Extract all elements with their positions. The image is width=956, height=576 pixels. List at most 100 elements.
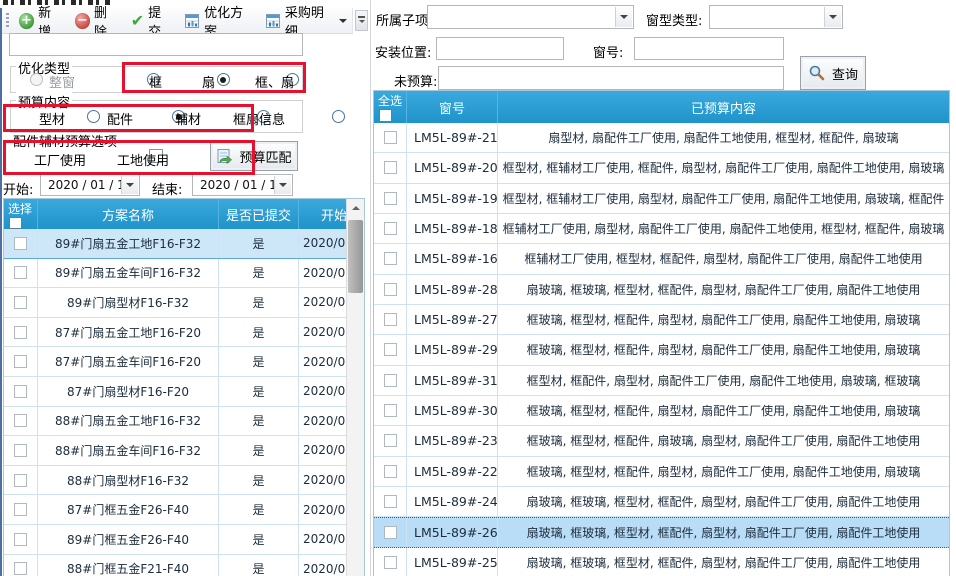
- check-icon: ✔: [131, 13, 144, 29]
- radio-frame-sash-info[interactable]: [332, 110, 345, 123]
- row-checkbox[interactable]: [384, 131, 397, 144]
- row-checkbox[interactable]: [384, 404, 397, 417]
- table-row[interactable]: LM5L-89#-30F28 框玻璃, 框型材, 框配件, 扇型材, 扇配件工厂…: [374, 396, 949, 426]
- scrollbar-thumb[interactable]: [348, 220, 363, 293]
- table-row[interactable]: 88#门框五金F21-F40 是 2020/0: [4, 555, 346, 576]
- submitted-cell: 是: [219, 466, 299, 495]
- row-checkbox[interactable]: [14, 562, 27, 575]
- start-date-cell: 2020/0: [299, 229, 346, 258]
- window-header-no[interactable]: 窗号: [407, 91, 498, 123]
- row-checkbox[interactable]: [14, 533, 27, 546]
- scrollbar-up-icon[interactable]: [347, 199, 364, 216]
- budget-match-button[interactable]: 预算匹配: [210, 141, 298, 171]
- select-all-windows-checkbox[interactable]: [379, 109, 392, 122]
- plan-header-start[interactable]: 开始: [299, 199, 346, 229]
- row-checkbox[interactable]: [384, 192, 397, 205]
- row-checkbox[interactable]: [384, 495, 397, 508]
- start-date-picker[interactable]: 2020 / 01 / 1: [40, 174, 140, 196]
- table-row[interactable]: LM5L-89#-18F16 框辅材工厂使用, 扇型材, 扇配件工厂使用, 扇配…: [374, 214, 949, 244]
- row-checkbox[interactable]: [14, 296, 27, 309]
- table-row[interactable]: LM5L-89#-22F20 框玻璃, 框型材, 框配件, 扇型材, 扇配件工厂…: [374, 457, 949, 487]
- table-row[interactable]: LM5L-89#-19F17 框型材, 框辅材工厂使用, 扇型材, 扇配件工厂使…: [374, 184, 949, 214]
- row-select-cell: [374, 244, 407, 273]
- end-date-picker[interactable]: 2020 / 01 / 13: [192, 174, 293, 196]
- table-row[interactable]: 89#门框五金F26-F40 是 2020/0: [4, 525, 346, 555]
- row-checkbox[interactable]: [14, 355, 27, 368]
- install-position-input[interactable]: [436, 37, 564, 60]
- window-no-cell: LM5L-89#-16F15: [407, 244, 498, 273]
- start-date-dropdown-icon[interactable]: [121, 176, 138, 194]
- toolbar-overflow-button[interactable]: [355, 10, 368, 31]
- plan-filter-input[interactable]: [9, 33, 303, 56]
- table-row[interactable]: 88#门扇型材F16-F32 是 2020/0: [4, 466, 346, 496]
- budgeted-content-cell: 框型材, 框配件, 扇型材, 扇配件工厂使用, 扇配件工地使用, 扇玻璃, 框玻…: [498, 366, 949, 395]
- chevron-down-icon[interactable]: [339, 19, 347, 27]
- row-checkbox[interactable]: [14, 385, 27, 398]
- row-checkbox[interactable]: [384, 313, 397, 326]
- row-select-cell: [4, 407, 38, 436]
- row-checkbox[interactable]: [384, 374, 397, 387]
- row-checkbox[interactable]: [384, 526, 397, 539]
- window-no-cell: LM5L-89#-26F24: [407, 518, 498, 546]
- sub-item-combobox[interactable]: [427, 5, 634, 29]
- row-checkbox[interactable]: [384, 283, 397, 296]
- window-no-input[interactable]: [634, 37, 784, 60]
- table-row[interactable]: 89#门扇五金工地F16-F32 是 2020/0: [4, 229, 346, 259]
- row-checkbox[interactable]: [14, 237, 27, 250]
- table-row[interactable]: 87#门框五金F26-F40 是 2020/0: [4, 495, 346, 525]
- window-type-combobox[interactable]: [709, 5, 843, 29]
- row-checkbox[interactable]: [384, 434, 397, 447]
- sub-item-dropdown-icon[interactable]: [615, 7, 632, 27]
- row-checkbox[interactable]: [14, 444, 27, 457]
- row-checkbox[interactable]: [14, 414, 27, 427]
- start-date-cell: 2020/0: [299, 466, 346, 495]
- row-checkbox[interactable]: [384, 161, 397, 174]
- unbudgeted-input[interactable]: [438, 66, 784, 90]
- table-row[interactable]: LM5L-89#-31F29 框型材, 框配件, 扇型材, 扇配件工厂使用, 扇…: [374, 366, 949, 396]
- vertical-scrollbar[interactable]: [346, 199, 364, 576]
- table-row[interactable]: 89#门扇五金车间F16-F32 是 2020/0: [4, 259, 346, 289]
- row-select-cell: [4, 347, 38, 376]
- radio-whole-window[interactable]: [30, 73, 43, 86]
- table-row[interactable]: 87#门扇五金车间F16-F20 是 2020/0: [4, 347, 346, 377]
- row-checkbox[interactable]: [384, 556, 397, 569]
- table-row[interactable]: LM5L-89#-24F22 扇玻璃, 框玻璃, 框型材, 框配件, 扇型材, …: [374, 487, 949, 517]
- submitted-cell: 是: [219, 347, 299, 376]
- row-checkbox[interactable]: [14, 266, 27, 279]
- select-all-plans-checkbox[interactable]: [9, 217, 22, 229]
- table-row[interactable]: 88#门扇五金车间F16-F32 是 2020/0: [4, 436, 346, 466]
- row-checkbox[interactable]: [14, 326, 27, 339]
- table-row[interactable]: 87#门扇型材F16-F20 是 2020/0: [4, 377, 346, 407]
- end-date-dropdown-icon[interactable]: [274, 176, 291, 194]
- row-checkbox[interactable]: [384, 252, 397, 265]
- radio-sash[interactable]: [217, 73, 230, 86]
- table-row[interactable]: LM5L-89#-20F18 框型材, 框辅材工厂使用, 框配件, 扇型材, 扇…: [374, 153, 949, 183]
- table-row[interactable]: LM5L-89#-23F21 框玻璃, 框型材, 框配件, 扇玻璃, 扇型材, …: [374, 426, 949, 456]
- query-button[interactable]: 查询: [800, 56, 866, 90]
- start-date-cell: 2020/0: [299, 259, 346, 288]
- table-row[interactable]: LM5L-89#-26F24 扇玻璃, 框玻璃, 框型材, 框配件, 扇型材, …: [374, 517, 949, 547]
- table-row[interactable]: 88#门扇五金工地F16-F32 是 2020/0: [4, 407, 346, 437]
- row-checkbox[interactable]: [14, 503, 27, 516]
- window-header-budgeted[interactable]: 已预算内容: [498, 91, 949, 123]
- row-checkbox[interactable]: [14, 474, 27, 487]
- plan-table-header: 选择 方案名称 是否已提交 开始: [4, 199, 346, 229]
- table-row[interactable]: LM5L-89#-29F27 框玻璃, 框型材, 框配件, 扇型材, 扇配件工厂…: [374, 335, 949, 365]
- row-checkbox[interactable]: [384, 465, 397, 478]
- table-row[interactable]: LM5L-89#-28F26 扇玻璃, 框玻璃, 框型材, 框配件, 扇型材, …: [374, 275, 949, 305]
- row-checkbox[interactable]: [384, 343, 397, 356]
- table-row[interactable]: LM5L-89#-16F15 框辅材工厂使用, 框型材, 框配件, 扇型材, 扇…: [374, 244, 949, 274]
- plan-header-submitted[interactable]: 是否已提交: [219, 199, 299, 229]
- row-checkbox[interactable]: [384, 222, 397, 235]
- table-row[interactable]: LM5L-89#-25F23 扇玻璃, 框玻璃, 框型材, 框配件, 扇型材, …: [374, 548, 949, 576]
- plan-name-cell: 88#门框五金F21-F40: [38, 555, 219, 576]
- window-type-dropdown-icon[interactable]: [824, 7, 841, 27]
- toolbar-grip[interactable]: [6, 13, 9, 29]
- table-row[interactable]: 89#门扇型材F16-F32 是 2020/0: [4, 288, 346, 318]
- table-row[interactable]: LM5L-89#-27F25 框玻璃, 框型材, 框配件, 扇型材, 扇配件工厂…: [374, 305, 949, 335]
- table-row[interactable]: 87#门扇五金工地F16-F20 是 2020/0: [4, 318, 346, 348]
- table-row[interactable]: LM5L-89#-21F19 扇型材, 扇配件工厂使用, 扇配件工地使用, 框型…: [374, 123, 949, 153]
- start-date-cell: 2020/0: [299, 407, 346, 436]
- plan-header-name[interactable]: 方案名称: [38, 199, 219, 229]
- unbudgeted-label: 未预算:: [394, 71, 437, 90]
